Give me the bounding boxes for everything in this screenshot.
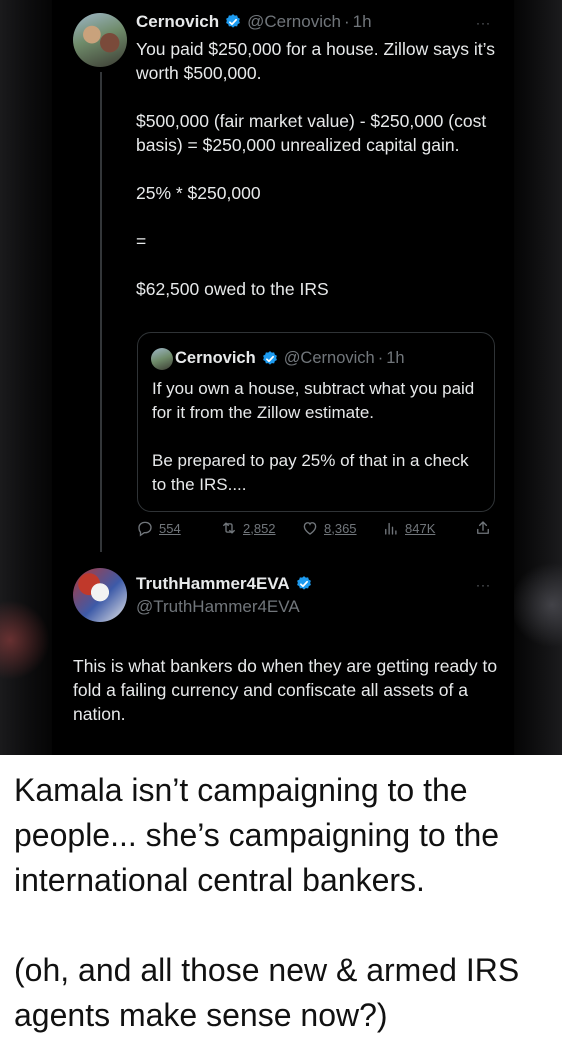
like-count: 8,365: [324, 520, 357, 536]
reply-author-name[interactable]: TruthHammer4EVA: [136, 574, 290, 594]
post-paragraph: $62,500 owed to the IRS: [136, 279, 329, 299]
reply-count: 554: [159, 520, 181, 536]
caption-paragraph: (oh, and all those new & armed IRS agent…: [14, 952, 520, 1033]
verified-badge-icon: [296, 576, 311, 590]
post-paragraph: $500,000 (fair market value) - $250,000 …: [136, 111, 487, 155]
tweet-screenshot: Cernovich @Cernovich · 1h ··· You paid $…: [0, 0, 562, 755]
thread-connector-line: [100, 72, 102, 552]
quoted-post-body: If you own a house, subtract what you pa…: [152, 377, 482, 497]
reply-body: This is what bankers do when they are ge…: [73, 654, 498, 726]
post-paragraph: You paid $250,000 for a house. Zillow sa…: [136, 39, 495, 83]
post-caption: Kamala isn’t campaigning to the people..…: [14, 768, 554, 1038]
reply-handle-row: @TruthHammer4EVA: [136, 597, 300, 617]
more-icon[interactable]: ···: [476, 16, 491, 30]
like-icon: [303, 522, 317, 535]
quoted-author-avatar: [151, 348, 173, 370]
post-paragraph: 25% * $250,000: [136, 183, 261, 203]
blurred-right-edge: [512, 0, 562, 755]
author-handle[interactable]: @Cernovich: [247, 12, 341, 32]
author-avatar[interactable]: [73, 13, 127, 67]
quoted-post[interactable]: Cernovich @Cernovich · 1h If you own a h…: [137, 332, 495, 512]
quoted-post-header: Cernovich @Cernovich · 1h: [175, 349, 405, 368]
verified-badge-icon: [262, 350, 277, 365]
quoted-author-handle: @Cernovich: [283, 349, 375, 367]
reply-author-avatar[interactable]: [73, 568, 127, 622]
reply-paragraph: This is what bankers do when they are ge…: [73, 656, 498, 724]
caption-paragraph: Kamala isn’t campaigning to the people..…: [14, 772, 500, 898]
views-button[interactable]: 847K: [382, 519, 435, 537]
reply-icon: [138, 521, 152, 537]
view-count: 847K: [405, 520, 436, 536]
verified-badge-icon: [226, 14, 241, 28]
quoted-author-name: Cernovich: [175, 349, 256, 367]
post-time[interactable]: 1h: [353, 12, 372, 32]
post-paragraph: =: [136, 231, 147, 251]
quoted-post-time: 1h: [386, 349, 405, 367]
dot-separator: ·: [343, 12, 350, 31]
share-icon: [477, 521, 489, 534]
tweet-thread: Cernovich @Cernovich · 1h ··· You paid $…: [52, 0, 514, 755]
like-button[interactable]: 8,365: [301, 519, 357, 537]
post-action-bar: 554 2,852 8,365 847K: [136, 519, 496, 543]
reply-header: TruthHammer4EVA: [136, 574, 318, 594]
reply-button[interactable]: 554: [136, 519, 181, 537]
post-body: You paid $250,000 for a house. Zillow sa…: [136, 37, 506, 301]
quoted-paragraph: Be prepared to pay 25% of that in a chec…: [152, 451, 469, 494]
dot-separator: ·: [377, 349, 384, 367]
more-icon[interactable]: ···: [476, 578, 491, 592]
repost-icon: [223, 522, 235, 534]
author-name[interactable]: Cernovich: [136, 12, 219, 32]
views-icon: [385, 522, 397, 535]
repost-count: 2,852: [243, 520, 276, 536]
post-header: Cernovich @Cernovich · 1h: [136, 12, 372, 32]
repost-button[interactable]: 2,852: [220, 519, 276, 537]
blurred-left-edge: [0, 0, 52, 755]
reply-author-handle[interactable]: @TruthHammer4EVA: [136, 597, 300, 617]
share-button[interactable]: [474, 519, 497, 537]
quoted-paragraph: If you own a house, subtract what you pa…: [152, 379, 475, 422]
